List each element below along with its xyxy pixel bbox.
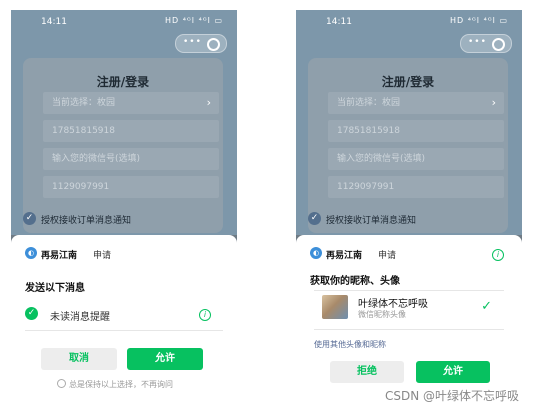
phone-field[interactable]: 17851815918 <box>43 120 219 142</box>
status-bar: 14:11 HD ⁴ᴳl ⁴ᴳl ▭ <box>11 10 237 32</box>
phone-right: 14:11 HD ⁴ᴳl ⁴ᴳl ▭ ••• 注册/登录 当前选择：枚园 › 1… <box>296 10 522 395</box>
allow-button[interactable]: 允许 <box>127 348 203 370</box>
close-miniprogram-icon[interactable] <box>492 38 505 51</box>
phone-field[interactable]: 17851815918 <box>328 120 504 142</box>
remember-choice[interactable]: 总是保持以上选择，不再询问 <box>57 379 173 390</box>
profile-auth-sheet: ◐ 再易江南 申请 i 获取你的昵称、头像 叶绿体不忘呼吸 微信昵称头像 ✓ 使… <box>296 235 522 395</box>
check-circle-icon[interactable]: ✓ <box>23 212 36 225</box>
school-select-field[interactable]: 当前选择：枚园 › <box>43 92 219 114</box>
divider <box>25 330 223 331</box>
divider <box>314 290 504 291</box>
status-time: 14:11 <box>326 17 352 27</box>
wechat-id-field[interactable]: 输入您的微信号(选填) <box>43 148 219 170</box>
app-logo-icon: ◐ <box>310 247 322 259</box>
status-time: 14:11 <box>41 17 67 27</box>
app-request-label: 申请 <box>93 251 112 261</box>
more-menu-icon[interactable]: ••• <box>468 37 487 47</box>
permission-check-icon[interactable]: ✓ <box>25 307 38 320</box>
status-signal-icons: HD ⁴ᴳl ⁴ᴳl ▭ <box>164 16 223 25</box>
remember-choice-label: 总是保持以上选择，不再询问 <box>69 380 173 389</box>
app-name: 再易江南 <box>41 251 78 261</box>
status-signal-icons: HD ⁴ᴳl ⁴ᴳl ▭ <box>449 16 508 25</box>
watermark: CSDN @叶绿体不忘呼吸 <box>384 389 519 403</box>
auth-notice-label: 授权接收订单消息通知 <box>326 216 417 226</box>
more-menu-icon[interactable]: ••• <box>183 37 202 47</box>
page-title: 注册/登录 <box>96 75 150 89</box>
phone-left: 14:11 HD ⁴ᴳl ⁴ᴳl ▭ ••• 注册/登录 当前选择：枚园 › 1… <box>11 10 237 395</box>
info-icon[interactable]: i <box>199 309 211 321</box>
app-name: 再易江南 <box>326 251 363 261</box>
app-request-label: 申请 <box>378 251 397 261</box>
reject-button[interactable]: 拒绝 <box>330 361 404 383</box>
qq-field[interactable]: 1129097991 <box>43 176 219 198</box>
sheet-title: 获取你的昵称、头像 <box>310 276 400 287</box>
subscribe-message-sheet: ◐ 再易江南 申请 发送以下消息 ✓ 未读消息提醒 i 取消 允许 总是保持以上… <box>11 235 237 395</box>
chevron-right-icon: › <box>206 96 211 109</box>
sheet-title: 发送以下消息 <box>25 283 85 294</box>
profile-subtitle: 微信昵称头像 <box>358 310 406 319</box>
login-card: 注册/登录 当前选择：枚园 › 17851815918 输入您的微信号(选填) … <box>308 58 508 233</box>
qq-field[interactable]: 1129097991 <box>328 176 504 198</box>
school-select-field[interactable]: 当前选择：枚园 › <box>328 92 504 114</box>
school-select-value: 当前选择：枚园 <box>337 98 401 108</box>
school-select-value: 当前选择：枚园 <box>52 98 116 108</box>
page-title: 注册/登录 <box>381 75 435 89</box>
cancel-button[interactable]: 取消 <box>41 348 117 370</box>
use-other-profile-link[interactable]: 使用其他头像和昵称 <box>314 339 386 350</box>
info-icon[interactable]: i <box>492 249 504 261</box>
auth-notice-label: 授权接收订单消息通知 <box>41 216 132 226</box>
close-miniprogram-icon[interactable] <box>207 38 220 51</box>
miniprogram-capsule[interactable]: ••• <box>175 34 227 53</box>
status-bar: 14:11 HD ⁴ᴳl ⁴ᴳl ▭ <box>296 10 522 32</box>
radio-circle-icon[interactable] <box>57 379 66 388</box>
miniprogram-capsule[interactable]: ••• <box>460 34 512 53</box>
wechat-id-field[interactable]: 输入您的微信号(选填) <box>328 148 504 170</box>
selected-check-icon: ✓ <box>481 299 492 314</box>
divider <box>314 329 504 330</box>
profile-name: 叶绿体不忘呼吸 <box>358 299 428 310</box>
login-card: 注册/登录 当前选择：枚园 › 17851815918 输入您的微信号(选填) … <box>23 58 223 233</box>
avatar <box>322 295 348 319</box>
allow-button[interactable]: 允许 <box>416 361 490 383</box>
permission-label: 未读消息提醒 <box>50 312 110 323</box>
app-logo-icon: ◐ <box>25 247 37 259</box>
check-circle-icon[interactable]: ✓ <box>308 212 321 225</box>
chevron-right-icon: › <box>491 96 496 109</box>
